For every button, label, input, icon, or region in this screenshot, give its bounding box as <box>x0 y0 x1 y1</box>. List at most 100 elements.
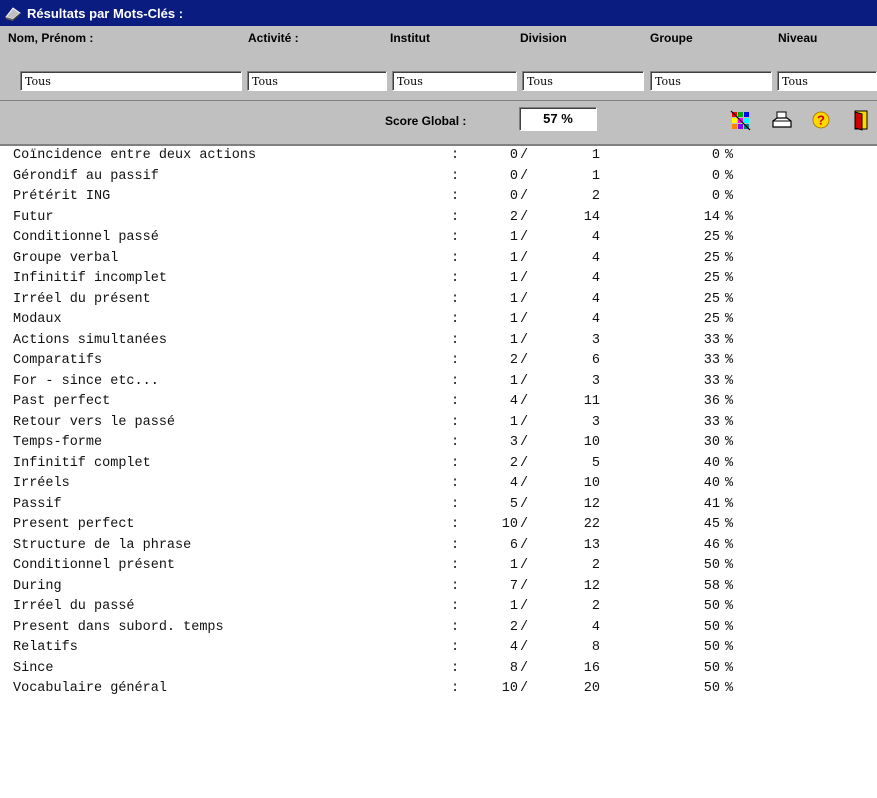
result-row[interactable]: Irréel du présent: 1/ 4 25% <box>0 290 877 311</box>
total-count: 10 <box>583 476 600 491</box>
keyword-label: Comparatifs <box>13 353 103 368</box>
separator: : <box>451 435 460 450</box>
help-icon[interactable]: ? <box>808 107 834 133</box>
keyword-label: Irréel du présent <box>13 291 151 307</box>
filter-level-field[interactable]: Tous <box>777 71 877 91</box>
percent-sign: % <box>725 312 734 327</box>
total-count: 4 <box>591 230 600 245</box>
correct-count: 4 <box>509 394 518 409</box>
filter-name-field[interactable]: Tous <box>20 71 242 91</box>
percent-value: 0 <box>711 168 720 184</box>
slash: / <box>520 599 529 614</box>
percent-sign: % <box>725 517 734 532</box>
correct-count: 1 <box>509 332 518 348</box>
result-row[interactable]: Temps-forme: 3/ 10 30% <box>0 433 877 454</box>
keyword-label: Conditionnel passé <box>13 230 159 245</box>
result-row[interactable]: Retour vers le passé:1/3 33% <box>0 413 877 434</box>
percent-sign: % <box>725 558 734 573</box>
results-list[interactable]: Coïncidence entre deux actions:0/1 0% Géro… <box>0 144 877 798</box>
total-count: 16 <box>583 660 600 676</box>
percent-sign: % <box>725 291 734 307</box>
correct-count: 3 <box>509 435 518 450</box>
total-count: 4 <box>591 250 600 266</box>
result-row[interactable]: Conditionnel passé: 1/ 4 25% <box>0 228 877 249</box>
filter-label-level: Niveau <box>778 31 818 45</box>
app-icon <box>4 4 24 22</box>
filter-group-field[interactable]: Tous <box>650 71 772 91</box>
separator: : <box>451 660 460 676</box>
percent-value: 58 <box>703 578 720 594</box>
result-row[interactable]: Present dans subord. temps: 2/ 4 50% <box>0 618 877 639</box>
correct-count: 1 <box>509 271 518 286</box>
correct-count: 1 <box>509 291 518 307</box>
percent-sign: % <box>725 373 734 389</box>
total-count: 13 <box>583 537 600 553</box>
result-row[interactable]: Gérondif au passif:0/1 0% <box>0 167 877 188</box>
slash: / <box>520 271 529 286</box>
filter-institute-field[interactable]: Tous <box>392 71 517 91</box>
slash: / <box>520 537 529 553</box>
result-row[interactable]: Irréels: 4/ 10 40% <box>0 474 877 495</box>
percent-sign: % <box>725 332 734 348</box>
percent-value: 50 <box>703 681 720 696</box>
correct-count: 1 <box>509 414 518 430</box>
score-label: Score Global : <box>385 114 467 128</box>
separator: : <box>451 619 460 635</box>
keyword-label: Groupe verbal <box>13 250 119 266</box>
correct-count: 7 <box>509 578 518 594</box>
result-row[interactable]: Modaux: 1/ 4 25% <box>0 310 877 331</box>
percent-value: 33 <box>703 414 720 430</box>
exit-door-icon[interactable] <box>848 107 874 133</box>
keyword-label: Relatifs <box>13 640 78 655</box>
result-row[interactable]: Coïncidence entre deux actions:0/1 0% <box>0 146 877 167</box>
percent-sign: % <box>725 578 734 594</box>
keyword-label: For - since etc... <box>13 373 159 389</box>
percent-value: 25 <box>703 312 720 327</box>
slash: / <box>520 435 529 450</box>
filter-activity-field[interactable]: Tous <box>247 71 387 91</box>
palette-icon[interactable] <box>727 107 753 133</box>
result-row[interactable]: Comparatifs: 2/ 6 33% <box>0 351 877 372</box>
slash: / <box>520 640 529 655</box>
filter-division-field[interactable]: Tous <box>522 71 644 91</box>
result-row[interactable]: Futur: 2/ 14 14% <box>0 208 877 229</box>
slash: / <box>520 332 529 348</box>
total-count: 3 <box>591 414 600 430</box>
result-row[interactable]: Prétérit ING:0/2 0% <box>0 187 877 208</box>
result-row[interactable]: Infinitif complet: 2/ 5 40% <box>0 454 877 475</box>
slash: / <box>520 414 529 430</box>
result-row[interactable]: Present perfect: 10/ 22 45% <box>0 515 877 536</box>
score-bar: Score Global : 57 % ? <box>0 100 877 144</box>
total-count: 2 <box>591 599 600 614</box>
correct-count: 1 <box>509 312 518 327</box>
keyword-label: Since <box>13 660 54 676</box>
result-row[interactable]: Infinitif incomplet: 1/ 4 25% <box>0 269 877 290</box>
separator: : <box>451 578 460 594</box>
percent-value: 50 <box>703 619 720 635</box>
keyword-label: Past perfect <box>13 394 111 409</box>
print-icon[interactable] <box>769 107 795 133</box>
result-row[interactable]: Past perfect: 4/ 11 36% <box>0 392 877 413</box>
result-row[interactable]: Vocabulaire général: 10/ 20 50% <box>0 679 877 700</box>
result-row[interactable]: Groupe verbal: 1/ 4 25% <box>0 249 877 270</box>
result-row[interactable]: Since: 8/ 16 50% <box>0 659 877 680</box>
percent-value: 0 <box>711 189 720 204</box>
result-row[interactable]: Actions simultanées:1/3 33% <box>0 331 877 352</box>
result-row[interactable]: For - since etc...:1/3 33% <box>0 372 877 393</box>
result-row[interactable]: Passif: 5/ 12 41% <box>0 495 877 516</box>
correct-count: 10 <box>501 517 518 532</box>
percent-sign: % <box>725 250 734 266</box>
result-row[interactable]: Conditionnel présent: 1/ 2 50% <box>0 556 877 577</box>
slash: / <box>520 230 529 245</box>
result-row[interactable]: Relatifs: 4/ 8 50% <box>0 638 877 659</box>
keyword-label: During <box>13 578 62 594</box>
correct-count: 10 <box>501 681 518 696</box>
result-row[interactable]: Structure de la phrase: 6/ 13 46% <box>0 536 877 557</box>
percent-value: 40 <box>703 476 720 491</box>
result-row[interactable]: During: 7/ 12 58% <box>0 577 877 598</box>
percent-value: 50 <box>703 660 720 676</box>
separator: : <box>451 332 460 348</box>
keyword-label: Conditionnel présent <box>13 558 176 573</box>
result-row[interactable]: Irréel du passé: 1/ 2 50% <box>0 597 877 618</box>
slash: / <box>520 312 529 327</box>
